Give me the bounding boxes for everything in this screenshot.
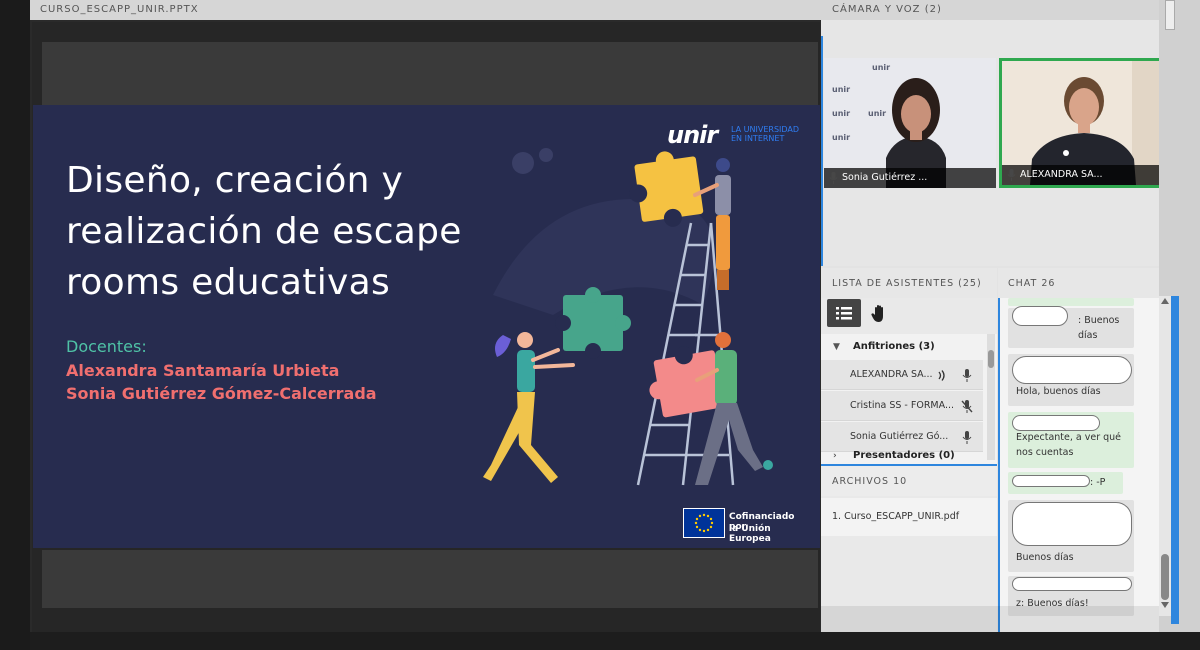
- chat-message-text: Hola, buenos días: [1016, 386, 1101, 397]
- pod-focus-accent: [821, 36, 823, 266]
- attendee-name: Cristina SS - FORMA...: [850, 400, 955, 411]
- attendees-scrollbar[interactable]: [987, 334, 995, 460]
- chevron-down-icon: ▼: [833, 342, 840, 352]
- slide-teachers-label: Docentes:: [66, 337, 147, 356]
- scroll-down-arrow-icon[interactable]: [1161, 602, 1169, 608]
- attendee-row[interactable]: Cristina SS - FORMA...: [821, 391, 983, 421]
- slide-teacher-name: Alexandra Santamaría Urbieta: [66, 361, 340, 380]
- chat-scrollbar-thumb[interactable]: [1161, 554, 1169, 600]
- svg-text:unir: unir: [832, 109, 850, 118]
- mic-icon: [962, 431, 972, 444]
- video-participant-name: Sonia Gutiérrez ...: [824, 168, 996, 188]
- mic-icon: [962, 369, 972, 382]
- attendees-pod-title: LISTA DE ASISTENTES (25): [832, 278, 982, 289]
- group-hosts[interactable]: ▼ Anfitriones (3): [821, 335, 987, 359]
- svg-text:unir: unir: [832, 133, 850, 142]
- chat-pod-header[interactable]: CHAT 26: [998, 268, 1159, 298]
- redacted-sender: [1012, 577, 1132, 591]
- attendees-toolbar: [821, 298, 997, 334]
- video-tile[interactable]: unir unir unir unir unir Sonia Gutiérrez ..…: [824, 58, 996, 188]
- chat-message-partial: [1008, 298, 1134, 306]
- share-pod-title: CURSO_ESCAPP_UNIR.PPTX: [40, 4, 199, 15]
- share-letterbox-bottom: [42, 550, 818, 608]
- chat-message-text: : Buenos días: [1078, 315, 1120, 341]
- eu-badge-line-2: la Unión Europea: [729, 524, 771, 544]
- redacted-sender: [1012, 356, 1132, 384]
- puzzle-team-illustration: [483, 148, 773, 486]
- list-icon: [836, 307, 852, 320]
- chat-message-text: Buenos días: [1016, 552, 1074, 563]
- pod-focus-accent: [998, 298, 1000, 634]
- attendees-scrollbar-thumb[interactable]: [988, 350, 994, 368]
- speaking-waves-icon: [938, 370, 945, 381]
- eu-flag-icon: [683, 508, 725, 538]
- overlay-strip: [821, 606, 1159, 634]
- chat-scrollbar[interactable]: [1159, 296, 1171, 616]
- redacted-sender: [1012, 475, 1090, 487]
- attendee-row[interactable]: ALEXANDRA SA...: [821, 360, 983, 390]
- redacted-sender: [1012, 502, 1132, 546]
- group-presenters-label: Presentadores (0): [853, 450, 955, 461]
- group-presenters[interactable]: › Presentadores (0): [821, 448, 987, 464]
- presentation-slide: unir LA UNIVERSIDAD EN INTERNET Diseño, …: [33, 105, 820, 548]
- files-pod-header[interactable]: ARCHIVOS 10: [821, 464, 997, 496]
- attendee-name: ALEXANDRA SA...: [850, 369, 933, 380]
- chevron-right-icon: ›: [833, 451, 837, 461]
- window-scrollbar-thumb[interactable]: [1165, 0, 1175, 30]
- unir-logo-tagline: LA UNIVERSIDAD EN INTERNET: [731, 125, 800, 143]
- chat-pod-title: CHAT 26: [1008, 278, 1056, 289]
- list-view-button[interactable]: [827, 299, 861, 327]
- video-participant-name: ALEXANDRA SA...: [1002, 165, 1166, 185]
- share-pod-bottom-bar: [30, 632, 821, 650]
- attendees-pod: LISTA DE ASISTENTES (25) ▼ Anfitriones (…: [821, 268, 997, 464]
- share-letterbox-top: [42, 42, 818, 105]
- redacted-sender: [1012, 306, 1068, 326]
- svg-text:unir: unir: [872, 63, 890, 72]
- attendees-pod-header[interactable]: LISTA DE ASISTENTES (25): [821, 268, 997, 298]
- share-pod-header[interactable]: CURSO_ESCAPP_UNIR.PPTX: [30, 0, 821, 20]
- files-pod-title: ARCHIVOS 10: [832, 476, 908, 487]
- mic-muted-icon: [961, 400, 973, 413]
- window-edge-accent: [1171, 296, 1179, 624]
- chat-message-text: : -P: [1090, 477, 1106, 488]
- group-hosts-label: Anfitriones (3): [853, 341, 935, 352]
- camera-pod-title: CÁMARA Y VOZ (2): [832, 4, 942, 15]
- chat-pod: CHAT 26 : Buenos días Hola, buenos días …: [998, 268, 1159, 634]
- svg-text:unir: unir: [868, 109, 886, 118]
- attendee-name: Sonia Gutiérrez Gó...: [850, 431, 949, 442]
- scroll-up-arrow-icon[interactable]: [1161, 298, 1169, 304]
- video-tile-active-speaker[interactable]: ALEXANDRA SA...: [999, 58, 1169, 188]
- chat-message-text: Expectante, a ver qué nos cuentas: [1016, 432, 1122, 458]
- svg-text:unir: unir: [832, 85, 850, 94]
- file-item[interactable]: 1. Curso_ESCAPP_UNIR.pdf: [821, 498, 997, 536]
- raise-hand-button[interactable]: [869, 303, 891, 325]
- right-column: CÁMARA Y VOZ (2) unir unir unir unir unir S…: [821, 0, 1200, 650]
- redacted-sender: [1012, 415, 1100, 431]
- slide-teacher-name: Sonia Gutiérrez Gómez-Calcerrada: [66, 384, 377, 403]
- right-bottom-bar: [821, 632, 1200, 650]
- eu-cofunding-badge: Cofinanciado por la Unión Europea: [683, 508, 813, 544]
- camera-pod-header[interactable]: CÁMARA Y VOZ (2): [821, 0, 1159, 20]
- raise-hand-icon: [871, 305, 883, 322]
